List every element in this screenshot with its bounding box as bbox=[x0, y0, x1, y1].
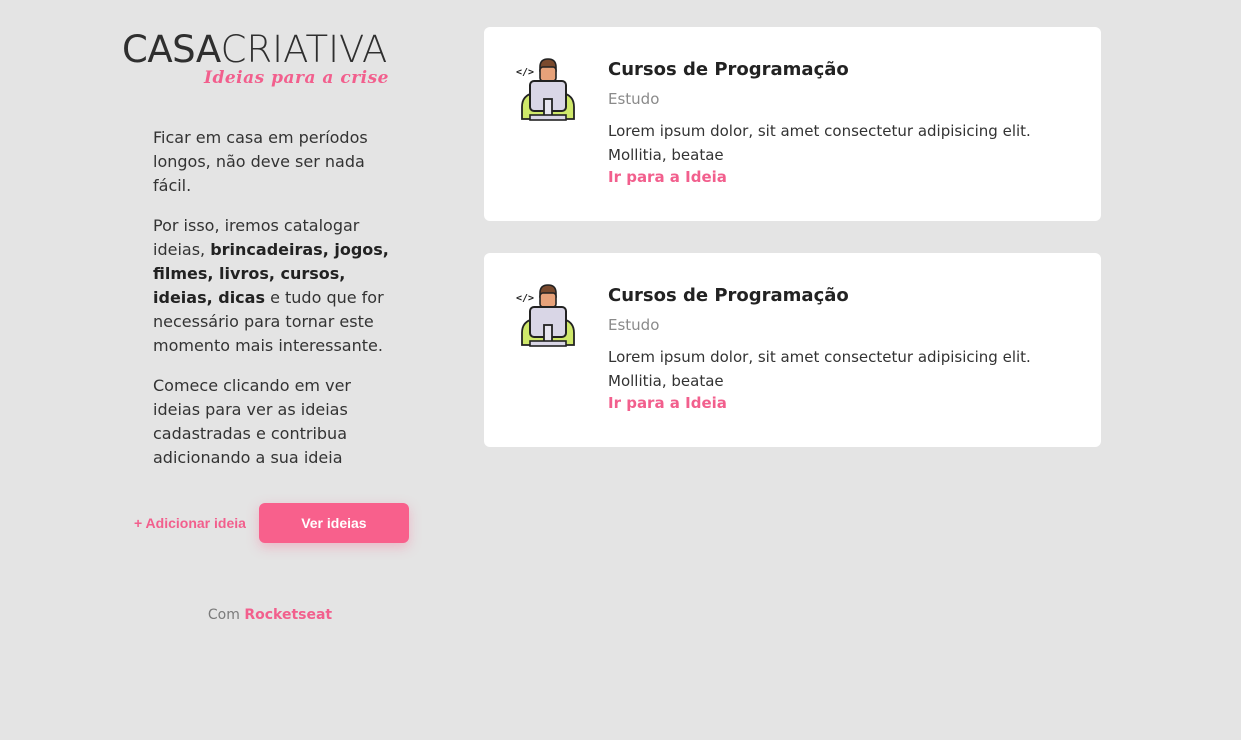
logo-tagline: Ideias para a crise bbox=[204, 68, 389, 88]
idea-category: Estudo bbox=[608, 90, 660, 108]
programmer-icon: </> bbox=[514, 57, 578, 121]
idea-card: </> Cursos de Programação Estudo Lorem i… bbox=[484, 253, 1101, 447]
rocketseat-link[interactable]: Rocketseat bbox=[244, 607, 332, 623]
footer-prefix: Com bbox=[207, 607, 245, 623]
actions: + Adicionar ideia Ver ideias bbox=[134, 503, 409, 543]
intro-paragraph-1: Ficar em casa em períodos longos, não de… bbox=[153, 128, 368, 195]
svg-text:</>: </> bbox=[516, 67, 534, 78]
programmer-icon: </> bbox=[514, 283, 578, 347]
idea-description: Lorem ipsum dolor, sit amet consectetur … bbox=[608, 122, 1031, 164]
idea-link[interactable]: Ir para a Ideia bbox=[608, 393, 1078, 413]
svg-text:</>: </> bbox=[516, 293, 534, 304]
idea-card-body: Cursos de Programação Estudo Lorem ipsum… bbox=[608, 284, 1078, 413]
see-ideas-button[interactable]: Ver ideias bbox=[258, 503, 409, 543]
idea-card: </> Cursos de Programação Estudo Lorem i… bbox=[484, 27, 1101, 221]
logo-title: CASACRIATIVA bbox=[122, 30, 387, 70]
idea-card-body: Cursos de Programação Estudo Lorem ipsum… bbox=[608, 58, 1078, 187]
idea-category: Estudo bbox=[608, 316, 660, 334]
logo-part-casa: CASA bbox=[122, 28, 221, 71]
logo: CASACRIATIVA Ideias para a crise bbox=[122, 30, 414, 94]
idea-link[interactable]: Ir para a Ideia bbox=[608, 167, 1078, 187]
idea-description: Lorem ipsum dolor, sit amet consectetur … bbox=[608, 348, 1031, 390]
intro-paragraph-3: Comece clicando em ver ideias para ver a… bbox=[153, 376, 351, 467]
add-idea-link[interactable]: + Adicionar ideia bbox=[134, 515, 246, 531]
ideas-list: </> Cursos de Programação Estudo Lorem i… bbox=[484, 27, 1101, 479]
idea-title: Cursos de Programação bbox=[608, 285, 849, 306]
logo-part-criativa: CRIATIVA bbox=[220, 28, 388, 71]
footer: Com Rocketseat bbox=[152, 605, 388, 625]
intro-paragraph-2: Por isso, iremos catalogar ideias, brinc… bbox=[153, 214, 398, 358]
intro-text: Ficar em casa em períodos longos, não de… bbox=[153, 126, 398, 486]
idea-title: Cursos de Programação bbox=[608, 59, 849, 80]
